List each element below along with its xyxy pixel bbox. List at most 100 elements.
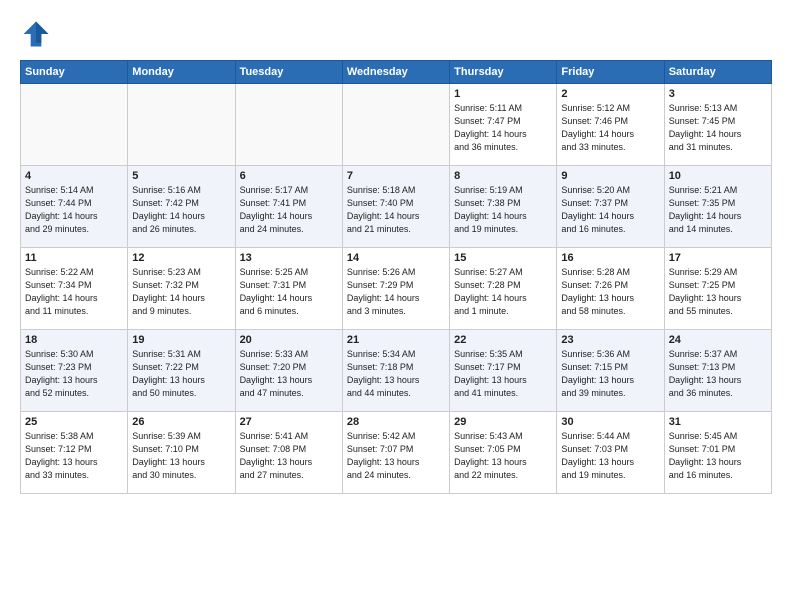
day-info: Sunrise: 5:38 AM Sunset: 7:12 PM Dayligh… (25, 430, 123, 482)
day-number: 3 (669, 88, 767, 100)
day-info: Sunrise: 5:29 AM Sunset: 7:25 PM Dayligh… (669, 266, 767, 318)
day-info: Sunrise: 5:35 AM Sunset: 7:17 PM Dayligh… (454, 348, 552, 400)
day-number: 12 (132, 252, 230, 264)
day-number: 11 (25, 252, 123, 264)
calendar-cell: 24 Sunrise: 5:37 AM Sunset: 7:13 PM Dayli… (664, 330, 771, 412)
logo (20, 18, 58, 50)
day-info: Sunrise: 5:34 AM Sunset: 7:18 PM Dayligh… (347, 348, 445, 400)
day-info: Sunrise: 5:45 AM Sunset: 7:01 PM Dayligh… (669, 430, 767, 482)
week-row-5: 25 Sunrise: 5:38 AM Sunset: 7:12 PM Dayli… (21, 412, 772, 494)
day-info: Sunrise: 5:17 AM Sunset: 7:41 PM Dayligh… (240, 184, 338, 236)
day-number: 2 (561, 88, 659, 100)
calendar-cell: 18 Sunrise: 5:30 AM Sunset: 7:23 PM Dayli… (21, 330, 128, 412)
calendar-cell: 22Sunrise: 5:35 AM Sunset: 7:17 PM Dayli… (450, 330, 557, 412)
calendar-cell: 25 Sunrise: 5:38 AM Sunset: 7:12 PM Dayli… (21, 412, 128, 494)
day-info: Sunrise: 5:12 AM Sunset: 7:46 PM Dayligh… (561, 102, 659, 154)
calendar-cell: 19 Sunrise: 5:31 AM Sunset: 7:22 PM Dayli… (128, 330, 235, 412)
weekday-header-thursday: Thursday (450, 61, 557, 84)
day-info: Sunrise: 5:36 AM Sunset: 7:15 PM Dayligh… (561, 348, 659, 400)
weekday-header-friday: Friday (557, 61, 664, 84)
day-info: Sunrise: 5:30 AM Sunset: 7:23 PM Dayligh… (25, 348, 123, 400)
day-number: 19 (132, 334, 230, 346)
calendar-cell: 15 Sunrise: 5:27 AM Sunset: 7:28 PM Dayli… (450, 248, 557, 330)
calendar-cell: 23 Sunrise: 5:36 AM Sunset: 7:15 PM Dayli… (557, 330, 664, 412)
calendar-cell: 1 Sunrise: 5:11 AM Sunset: 7:47 PM Daylig… (450, 84, 557, 166)
day-info: Sunrise: 5:20 AM Sunset: 7:37 PM Dayligh… (561, 184, 659, 236)
day-info: Sunrise: 5:37 AM Sunset: 7:13 PM Dayligh… (669, 348, 767, 400)
day-number: 4 (25, 170, 123, 182)
calendar-cell (21, 84, 128, 166)
calendar-cell: 7 Sunrise: 5:18 AM Sunset: 7:40 PM Daylig… (342, 166, 449, 248)
day-info: Sunrise: 5:16 AM Sunset: 7:42 PM Dayligh… (132, 184, 230, 236)
calendar-cell: 5Sunrise: 5:16 AM Sunset: 7:42 PM Daylig… (128, 166, 235, 248)
calendar-cell: 13 Sunrise: 5:25 AM Sunset: 7:31 PM Dayli… (235, 248, 342, 330)
calendar-cell: 20Sunrise: 5:33 AM Sunset: 7:20 PM Dayli… (235, 330, 342, 412)
day-number: 1 (454, 88, 552, 100)
day-info: Sunrise: 5:21 AM Sunset: 7:35 PM Dayligh… (669, 184, 767, 236)
day-info: Sunrise: 5:27 AM Sunset: 7:28 PM Dayligh… (454, 266, 552, 318)
calendar-cell: 9 Sunrise: 5:20 AM Sunset: 7:37 PM Daylig… (557, 166, 664, 248)
week-row-4: 18 Sunrise: 5:30 AM Sunset: 7:23 PM Dayli… (21, 330, 772, 412)
calendar-cell: 12 Sunrise: 5:23 AM Sunset: 7:32 PM Dayli… (128, 248, 235, 330)
day-number: 9 (561, 170, 659, 182)
week-row-3: 11 Sunrise: 5:22 AM Sunset: 7:34 PM Dayli… (21, 248, 772, 330)
day-number: 30 (561, 416, 659, 428)
day-number: 23 (561, 334, 659, 346)
day-number: 26 (132, 416, 230, 428)
calendar-cell: 26Sunrise: 5:39 AM Sunset: 7:10 PM Dayli… (128, 412, 235, 494)
day-info: Sunrise: 5:13 AM Sunset: 7:45 PM Dayligh… (669, 102, 767, 154)
calendar-cell: 17 Sunrise: 5:29 AM Sunset: 7:25 PM Dayli… (664, 248, 771, 330)
day-number: 6 (240, 170, 338, 182)
day-number: 10 (669, 170, 767, 182)
day-number: 15 (454, 252, 552, 264)
day-info: Sunrise: 5:42 AM Sunset: 7:07 PM Dayligh… (347, 430, 445, 482)
logo-icon (20, 18, 52, 50)
day-info: Sunrise: 5:26 AM Sunset: 7:29 PM Dayligh… (347, 266, 445, 318)
day-number: 18 (25, 334, 123, 346)
day-number: 21 (347, 334, 445, 346)
day-number: 17 (669, 252, 767, 264)
weekday-header-sunday: Sunday (21, 61, 128, 84)
day-info: Sunrise: 5:19 AM Sunset: 7:38 PM Dayligh… (454, 184, 552, 236)
day-info: Sunrise: 5:25 AM Sunset: 7:31 PM Dayligh… (240, 266, 338, 318)
calendar-cell (342, 84, 449, 166)
weekday-header-monday: Monday (128, 61, 235, 84)
day-info: Sunrise: 5:41 AM Sunset: 7:08 PM Dayligh… (240, 430, 338, 482)
day-info: Sunrise: 5:28 AM Sunset: 7:26 PM Dayligh… (561, 266, 659, 318)
day-number: 31 (669, 416, 767, 428)
day-number: 25 (25, 416, 123, 428)
weekday-header-tuesday: Tuesday (235, 61, 342, 84)
calendar-cell: 8 Sunrise: 5:19 AM Sunset: 7:38 PM Daylig… (450, 166, 557, 248)
calendar-cell: 30 Sunrise: 5:44 AM Sunset: 7:03 PM Dayli… (557, 412, 664, 494)
day-number: 29 (454, 416, 552, 428)
day-number: 13 (240, 252, 338, 264)
day-info: Sunrise: 5:31 AM Sunset: 7:22 PM Dayligh… (132, 348, 230, 400)
day-info: Sunrise: 5:33 AM Sunset: 7:20 PM Dayligh… (240, 348, 338, 400)
day-info: Sunrise: 5:14 AM Sunset: 7:44 PM Dayligh… (25, 184, 123, 236)
day-info: Sunrise: 5:44 AM Sunset: 7:03 PM Dayligh… (561, 430, 659, 482)
day-number: 14 (347, 252, 445, 264)
day-number: 24 (669, 334, 767, 346)
calendar-cell: 6 Sunrise: 5:17 AM Sunset: 7:41 PM Daylig… (235, 166, 342, 248)
day-info: Sunrise: 5:22 AM Sunset: 7:34 PM Dayligh… (25, 266, 123, 318)
calendar-cell (235, 84, 342, 166)
calendar-cell: 4 Sunrise: 5:14 AM Sunset: 7:44 PM Daylig… (21, 166, 128, 248)
day-info: Sunrise: 5:23 AM Sunset: 7:32 PM Dayligh… (132, 266, 230, 318)
day-info: Sunrise: 5:11 AM Sunset: 7:47 PM Dayligh… (454, 102, 552, 154)
day-number: 7 (347, 170, 445, 182)
calendar-cell: 2 Sunrise: 5:12 AM Sunset: 7:46 PM Daylig… (557, 84, 664, 166)
day-number: 16 (561, 252, 659, 264)
week-row-1: 1 Sunrise: 5:11 AM Sunset: 7:47 PM Daylig… (21, 84, 772, 166)
header (20, 18, 772, 50)
calendar-cell: 16 Sunrise: 5:28 AM Sunset: 7:26 PM Dayli… (557, 248, 664, 330)
weekday-header-saturday: Saturday (664, 61, 771, 84)
calendar-table: SundayMondayTuesdayWednesdayThursdayFrid… (20, 60, 772, 494)
day-info: Sunrise: 5:18 AM Sunset: 7:40 PM Dayligh… (347, 184, 445, 236)
calendar-cell: 29Sunrise: 5:43 AM Sunset: 7:05 PM Dayli… (450, 412, 557, 494)
day-number: 8 (454, 170, 552, 182)
calendar-cell (128, 84, 235, 166)
weekday-header-row: SundayMondayTuesdayWednesdayThursdayFrid… (21, 61, 772, 84)
calendar-cell: 27Sunrise: 5:41 AM Sunset: 7:08 PM Dayli… (235, 412, 342, 494)
calendar-cell: 14 Sunrise: 5:26 AM Sunset: 7:29 PM Dayli… (342, 248, 449, 330)
weekday-header-wednesday: Wednesday (342, 61, 449, 84)
